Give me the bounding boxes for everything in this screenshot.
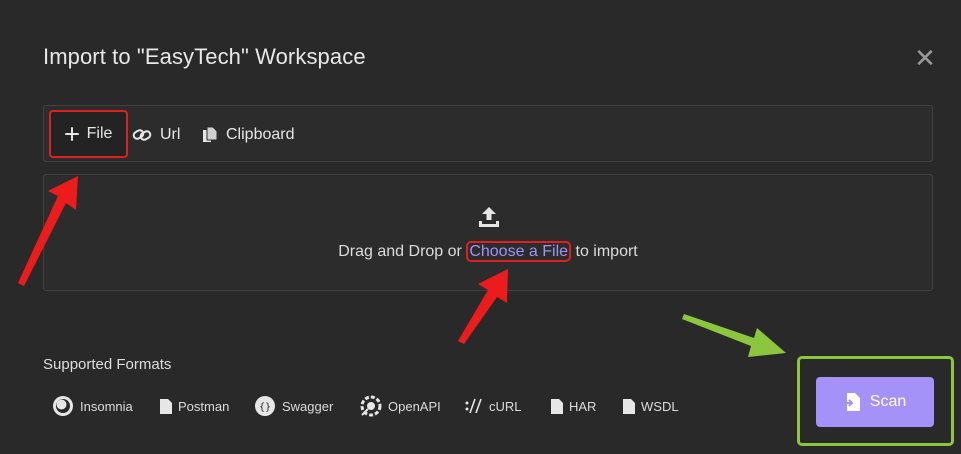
svg-text:{}: {} bbox=[259, 402, 271, 413]
file-icon bbox=[623, 398, 635, 414]
clipboard-icon bbox=[202, 126, 218, 143]
openapi-icon bbox=[360, 395, 382, 417]
tab-clipboard[interactable]: Clipboard bbox=[202, 106, 294, 163]
file-import-icon bbox=[843, 393, 860, 411]
dropzone-text-before: Drag and Drop or bbox=[338, 243, 462, 260]
format-postman: Postman bbox=[160, 398, 254, 414]
format-curl: cURL bbox=[465, 398, 551, 414]
tab-file[interactable]: File bbox=[49, 110, 128, 158]
scan-button[interactable]: Scan bbox=[816, 377, 934, 427]
format-label: cURL bbox=[489, 398, 522, 414]
insomnia-icon bbox=[52, 395, 74, 417]
format-label: Insomnia bbox=[80, 398, 133, 414]
green-arrow-scan bbox=[682, 314, 786, 357]
file-icon bbox=[160, 398, 172, 414]
swagger-icon: {} bbox=[254, 395, 276, 417]
curl-icon bbox=[465, 398, 483, 414]
format-label: OpenAPI bbox=[388, 398, 441, 414]
supported-formats-label: Supported Formats bbox=[43, 356, 172, 373]
format-har: HAR bbox=[551, 398, 623, 414]
upload-icon bbox=[477, 205, 501, 234]
choose-file-link[interactable]: Choose a File bbox=[466, 241, 572, 262]
format-label: WSDL bbox=[641, 398, 679, 414]
file-icon bbox=[551, 398, 563, 414]
import-source-tabs: File Url Clipboard bbox=[43, 105, 933, 162]
format-openapi: OpenAPI bbox=[360, 395, 465, 417]
close-icon[interactable]: ✕ bbox=[912, 45, 938, 71]
format-insomnia: Insomnia bbox=[52, 395, 160, 417]
plus-icon bbox=[64, 127, 79, 141]
format-swagger: {} Swagger bbox=[254, 395, 360, 417]
dropzone-text-after: to import bbox=[575, 243, 638, 260]
tab-url-label: Url bbox=[160, 125, 181, 143]
file-dropzone[interactable]: Drag and Drop or Choose a File to import bbox=[43, 174, 933, 291]
tab-url[interactable]: Url bbox=[132, 106, 180, 163]
import-dialog: Import to "EasyTech" Workspace ✕ File Ur… bbox=[0, 0, 961, 454]
supported-formats-list: Insomnia Postman {} Swagger OpenAPI cURL bbox=[52, 395, 693, 417]
tab-clipboard-label: Clipboard bbox=[226, 125, 295, 143]
format-wsdl: WSDL bbox=[623, 398, 693, 414]
dialog-title: Import to "EasyTech" Workspace bbox=[43, 44, 366, 69]
link-icon bbox=[132, 127, 152, 143]
tab-file-label: File bbox=[86, 125, 113, 142]
format-label: HAR bbox=[569, 398, 597, 414]
format-label: Postman bbox=[178, 398, 230, 414]
scan-label: Scan bbox=[869, 393, 907, 410]
format-label: Swagger bbox=[282, 398, 334, 414]
dropzone-text: Drag and Drop or Choose a File to import bbox=[44, 241, 932, 262]
